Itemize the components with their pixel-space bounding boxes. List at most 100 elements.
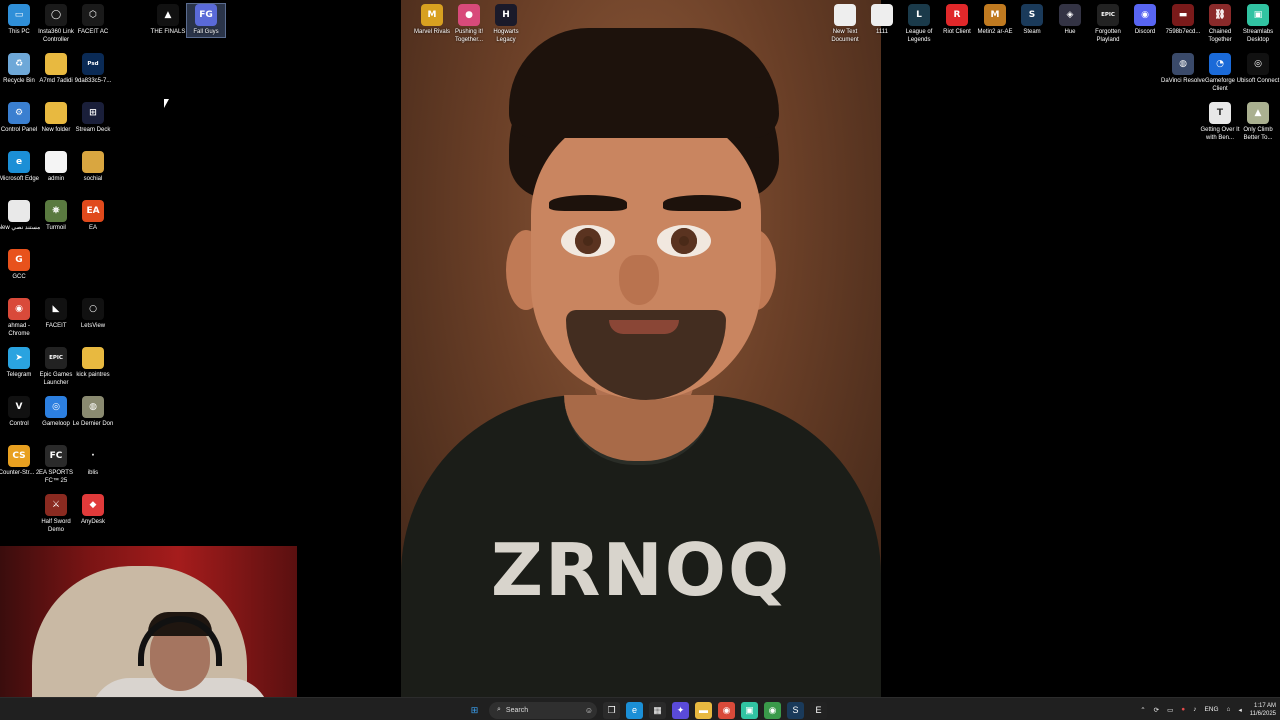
ea-icon: EA [82,200,104,222]
desktop-icon[interactable]: FG Fall Guys [186,3,226,38]
desktop-icon[interactable]: ● Pushing it! Together... [450,4,488,44]
desktop-icon[interactable]: ◍ DaVinci Resolve [1161,53,1205,86]
desktop-icon[interactable]: ➤ Telegram [0,347,38,380]
desktop-icon[interactable]: Psd 9da833c5-7... [74,53,112,86]
desktop-icon-label: LetsView [80,323,106,329]
desktop-icon[interactable]: ♻ Recycle Bin [0,53,38,86]
desktop-icon[interactable]: T Getting Over It with Ben... [1200,102,1240,142]
microsoft-store-icon[interactable]: ▦ [649,701,666,719]
desktop-icon[interactable]: admin [37,151,75,184]
desktop-icon[interactable]: ▬ 7598b7ecd... [1164,4,1202,37]
desktop-icon-label: Le Dernier Don [72,421,114,427]
desktop-icon[interactable]: G GCC [0,249,38,282]
desktop-icon[interactable]: ◎ Ubisoft Connect [1236,53,1280,86]
desktop-icon[interactable]: ◉ ahmad - Chrome [0,298,38,338]
chevron-up-icon[interactable]: ⌃ [1140,706,1145,714]
taskbar-search-box[interactable]: ⌕ Search ☺ [489,701,597,719]
epic-games-icon[interactable]: E [810,701,827,719]
desktop-icon[interactable]: New Text Document [826,4,864,44]
desktop-icon[interactable]: L League of Legends [900,4,938,44]
volume-icon[interactable]: ◂ [1238,706,1241,714]
folder-icon [45,53,67,75]
desktop-icon[interactable]: ◎ Gameloop [37,396,75,429]
desktop-icon[interactable]: EPIC Forgotten Playland [1089,4,1127,44]
clock-time: 1:17 AM [1253,702,1276,709]
clock[interactable]: 1:17 AM 11/6/2025 [1250,702,1276,718]
wallpaper-image: ZRNOQ [401,0,881,697]
edge-icon[interactable]: e [626,701,643,719]
desktop-icon-label: EA [88,225,97,231]
desktop-icon[interactable]: e Microsoft Edge [0,151,39,184]
desktop-icon[interactable]: ◍ Le Dernier Don [72,396,114,429]
wallpaper-eye [657,225,711,257]
edge-icon: e [8,151,30,173]
vpn-icon[interactable]: ▭ [1167,706,1173,714]
desktop-icon[interactable]: ◈ Hue [1051,4,1089,37]
copilot-icon[interactable]: ✦ [672,701,689,719]
network-app-icon[interactable]: ⟳ [1154,706,1159,714]
desktop-icon[interactable]: ○ LetsView [74,298,112,331]
language-indicator[interactable]: ENG [1204,706,1218,713]
desktop-icon[interactable]: ◔ Gameforge Client [1201,53,1239,93]
desktop-icon[interactable]: H Hogwarts Legacy [487,4,525,44]
letsview-icon: ○ [82,298,104,320]
desktop-icon[interactable]: M Metin2 ar-AE [976,4,1014,37]
desktop-icon[interactable]: · iblis [74,445,112,478]
desktop-icon[interactable]: ◉ Discord [1126,4,1164,37]
desktop-icon[interactable]: New مستند نصي [0,200,40,233]
desktop-icon-label: AnyDesk [80,519,105,525]
desktop-icon[interactable]: EPIC Epic Games Launcher [37,347,75,387]
marvel-rivals-icon: M [421,4,443,26]
desktop-icon[interactable]: ▲ THE FINALS [149,4,187,37]
desktop-icon[interactable]: ▭ This PC [0,4,38,37]
desktop-icon[interactable]: ⚙ Control Panel [0,102,38,135]
streamlabs-icon: ▣ [1247,4,1269,26]
desktop-icon-label: Only Climb Better To... [1243,127,1273,141]
desktop-icon[interactable]: ⛯ Turmoil [37,200,75,233]
control-game-icon: V [8,396,30,418]
wallpaper-eyebrow [549,195,627,211]
desktop-icon[interactable]: A7md 7adidi [37,53,75,86]
desktop-icon[interactable]: EA EA [74,200,112,233]
network-icon[interactable]: ⌂ [1227,706,1231,713]
desktop-icon[interactable]: ⬡ FACEIT AC [74,4,112,37]
app-tray-icon[interactable]: ● [1181,706,1185,713]
desktop-icon[interactable]: New folder [37,102,75,135]
desktop-icon[interactable]: ⚔ Half Sword Demo [37,494,75,534]
desktop-icon[interactable]: ▣ Streamlabs Desktop [1239,4,1277,44]
windows-start-icon[interactable]: ⊞ [466,702,483,719]
desktop-icon[interactable]: S Steam [1013,4,1051,37]
desktop-icon-label: Ubisoft Connect [1236,78,1280,84]
desktop-icon[interactable]: ◯ Insta360 Link Controller [37,4,75,44]
desktop-icon[interactable]: R Riot Client [938,4,976,37]
desktop-icon[interactable]: ⛓ Chained Together [1201,4,1239,44]
anydesk-icon: ◆ [82,494,104,516]
desktop-icon[interactable]: 1111 [863,4,901,37]
task-view-icon[interactable]: ❐ [603,701,620,719]
chrome-profile-icon[interactable]: ◉ [764,701,781,719]
wallpaper-eye [561,225,615,257]
le-dernier-don-icon: ◍ [82,396,104,418]
steam-icon[interactable]: S [787,701,804,719]
desktop-icon[interactable]: ◆ AnyDesk [74,494,112,527]
wallpaper-eyebrow [663,195,741,211]
desktop-icon[interactable]: CS Counter-Str... 2 [0,445,39,478]
streamlabs-icon[interactable]: ▣ [741,701,758,719]
wallpaper-shirt-text: ZRNOQ [490,528,792,612]
desktop-icon[interactable]: FC EA SPORTS FC™ 25 [37,445,75,485]
text-document-icon [871,4,893,26]
desktop-icon[interactable]: V Control [0,396,38,429]
desktop-icon[interactable]: ◣ FACEIT [37,298,75,331]
getting-over-it-icon: T [1209,102,1231,124]
wallpaper-hair-top [509,28,779,138]
desktop-icon[interactable]: kick paintres [74,347,112,380]
system-tray: ⌃ ⟳ ▭ ● ♪ ENG ⌂ ◂ 1:17 AM 11/6/2025 [1140,700,1276,719]
microphone-icon[interactable]: ♪ [1193,706,1196,713]
desktop-icon[interactable]: ⊞ Stream Deck [74,102,112,135]
desktop-icon[interactable]: ▲ Only Climb Better To... [1239,102,1277,142]
image-file-icon: ▬ [1172,4,1194,26]
file-explorer-icon[interactable]: ▬ [695,701,712,719]
desktop-icon[interactable]: sochial [74,151,112,184]
desktop-icon[interactable]: M Marvel Rivals [413,4,451,37]
chrome-icon[interactable]: ◉ [718,701,735,719]
